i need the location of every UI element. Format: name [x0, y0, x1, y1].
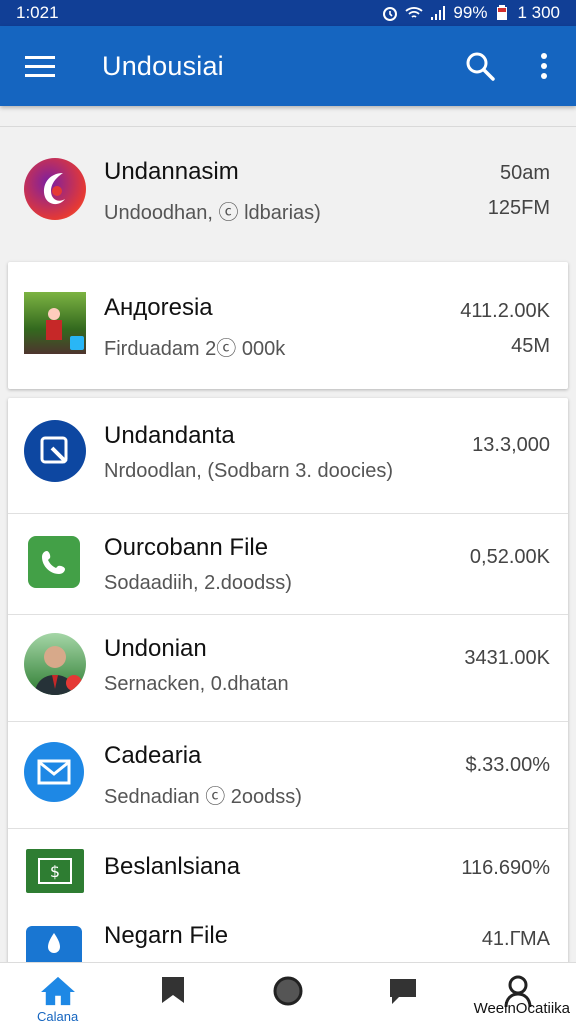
list-item-subtitle: Sodaadiih, 2.doodss) — [104, 572, 292, 594]
list-item-meta-primary: 116.690% — [461, 857, 550, 879]
list-item[interactable]: Undonian Sernacken, 0.dhatan 3431.00K — [0, 615, 576, 721]
nav-record[interactable] — [230, 963, 345, 1024]
list-item-subtitle: Sednadian ⓒ 2oodss) — [104, 786, 302, 808]
app-title: Undousiai — [102, 50, 224, 81]
nav-bookmarks[interactable] — [115, 963, 230, 1024]
alarm-icon — [383, 7, 398, 21]
nav-home-label: Calana — [37, 1009, 79, 1024]
list-item-title: Undannasim — [104, 158, 239, 185]
mail-icon — [24, 742, 84, 802]
list-item-meta-primary: 13.3,000 — [472, 434, 550, 456]
phone-icon — [28, 536, 80, 588]
list-item[interactable]: $ Beslanlsiana 116.690% — [0, 829, 576, 911]
list-item[interactable]: Андоresia Firduadam 2ⓒ 000k 411.2.00K 45… — [0, 262, 576, 389]
nav-messages[interactable] — [346, 963, 461, 1024]
list-item-meta-primary: 0,52.00K — [469, 546, 550, 568]
hamburger-icon — [25, 56, 55, 77]
bookmark-icon — [161, 977, 184, 1003]
list-item-title: Undonian — [104, 635, 207, 662]
status-icons: 99% 1 300 — [381, 3, 560, 23]
list-item-title: Beslanlsiana — [104, 853, 241, 880]
thumbnail-image — [24, 292, 86, 354]
list-item-title: Undandanta — [104, 422, 235, 449]
app-logo-icon — [24, 158, 86, 220]
list-item-meta-primary: 41.ГМА — [481, 928, 550, 950]
search-button[interactable] — [448, 26, 512, 106]
more-vert-icon — [541, 53, 547, 79]
list-item-title: Андоresia — [104, 294, 213, 321]
nav-home[interactable]: Calana — [0, 963, 115, 1024]
contact-avatar — [24, 633, 86, 695]
watermark-text: WeeinOcatiika — [473, 1000, 570, 1017]
list-item[interactable]: Undannasim Undoodhan, ⓒ ldbarias) 50am 1… — [0, 130, 576, 250]
money-icon: $ — [26, 849, 84, 893]
svg-text:$: $ — [50, 862, 60, 881]
list-item[interactable]: Ourcobann File Sodaadiih, 2.doodss) 0,52… — [0, 514, 576, 614]
list-item[interactable]: Cadearia Sednadian ⓒ 2oodss) $.33.00% — [0, 722, 576, 828]
list-item-subtitle: Firduadam 2ⓒ 000k — [104, 338, 286, 360]
status-clock-right: 1 300 — [517, 3, 560, 22]
wifi-icon — [405, 7, 424, 18]
status-time: 1:021 — [16, 3, 59, 22]
edit-app-icon — [24, 420, 86, 482]
status-bar: 1:021 99% 1 300 — [0, 0, 576, 26]
more-options-button[interactable] — [512, 26, 576, 106]
list-item[interactable]: Undandanta Nrdoodlan, (Sodbarn 3. doocie… — [0, 398, 576, 512]
list-item-subtitle: Nrdoodlan, (Sodbarn 3. doocies) — [104, 460, 394, 482]
battery-icon — [497, 5, 508, 20]
list-item-meta-secondary: 45M — [511, 335, 550, 357]
file-icon — [26, 926, 82, 962]
app-bar: Undousiai — [0, 26, 576, 106]
search-icon — [466, 52, 495, 81]
list-item-title: Negarn File — [104, 922, 229, 949]
list-item-subtitle: Undoodhan, ⓒ ldbarias) — [104, 202, 321, 224]
list-item-subtitle: Sernacken, 0.dhatan — [104, 673, 289, 695]
signal-icon — [431, 6, 446, 20]
list-item-meta-primary: 3431.00K — [464, 647, 550, 669]
list-item-title: Ourcobann File — [104, 534, 269, 561]
chat-icon — [390, 979, 417, 1004]
list-item-meta-primary: 411.2.00K — [460, 300, 550, 322]
list-item[interactable]: Negarn File 41.ГМА — [0, 912, 576, 962]
menu-button[interactable] — [0, 26, 80, 106]
list-item-meta-primary: $.33.00% — [465, 754, 550, 776]
list-item-meta-secondary: 125FM — [487, 197, 550, 219]
battery-percent: 99% — [453, 3, 488, 22]
home-icon — [40, 976, 75, 1006]
circle-icon — [273, 976, 303, 1006]
top-divider — [0, 126, 576, 127]
list-item-meta-primary: 50am — [499, 162, 550, 184]
list-item-title: Cadearia — [104, 742, 202, 769]
